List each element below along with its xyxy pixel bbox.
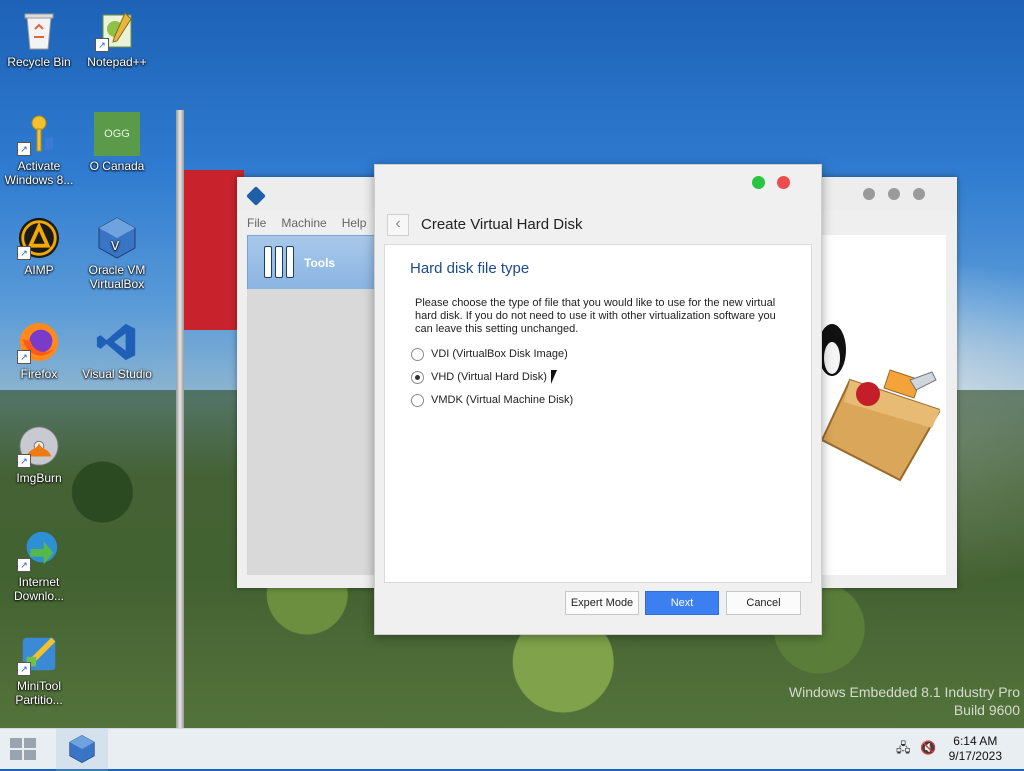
radio-button[interactable] [411,347,424,361]
desktop-icon-label: MiniTool Partitio... [15,679,63,707]
desktop-icon-label: Internet Downlo... [13,575,65,603]
radio-label: VMDK (Virtual Machine Disk) [431,394,574,406]
desktop-icon-firefox[interactable]: ↗ Firefox [0,320,78,381]
desktop-icon-label: Firefox [20,367,58,381]
dialog-title: Create Virtual Hard Disk [421,216,583,233]
desktop-icon-aimp[interactable]: ↗ AIMP [0,216,78,277]
desktop-icon-imgburn[interactable]: ↗ ImgBurn [0,424,78,485]
desktop-icon-notepad-plus-plus[interactable]: ↗ Notepad++ [78,8,156,69]
shortcut-arrow-icon: ↗ [17,662,31,676]
maximize-dot-icon[interactable] [752,176,765,189]
recycle-bin-icon [17,8,61,52]
desktop-icon-label: Oracle VM VirtualBox [88,263,146,291]
tux-toolbox-illustration-icon [820,324,940,482]
maximize-icon[interactable] [888,188,900,200]
radio-label: VHD (Virtual Hard Disk) [431,371,547,383]
vbox-menubar: File Machine Help [247,216,366,236]
desktop-icon-label: Recycle Bin [7,55,71,69]
taskbar-app-virtualbox[interactable] [56,729,108,771]
tools-icon [264,246,296,278]
start-button[interactable] [10,738,36,760]
virtualbox-icon: V [95,216,139,260]
desktop-icon-o-canada[interactable]: OGG O Canada [78,112,156,173]
radio-button-selected[interactable] [411,370,424,384]
cancel-button[interactable]: Cancel [726,591,801,615]
clock-time: 6:14 AM [953,734,998,748]
create-virtual-hard-disk-dialog: ‹ Create Virtual Hard Disk Hard disk fil… [374,164,822,635]
sidebar-item-tools[interactable]: Tools [247,235,377,291]
internet-download-manager-icon: ↗ [17,528,61,572]
desktop-icon-visual-studio[interactable]: Visual Studio [78,320,156,381]
menu-help[interactable]: Help [342,216,367,236]
virtualbox-logo-icon [246,186,266,206]
mouse-cursor-icon [551,370,557,384]
taskbar: 🖧 🔇 6:14 AM 9/17/2023 [0,728,1024,771]
desktop-icon-label: AIMP [24,263,54,277]
watermark-build: Build 9600 [953,702,1020,718]
shortcut-arrow-icon: ↗ [17,350,31,364]
description-text: Please choose the type of file that you … [415,297,776,335]
minitool-partition-icon: ↗ [17,632,61,676]
section-title: Hard disk file type [410,260,530,277]
shortcut-arrow-icon: ↗ [95,38,109,52]
clock-date: 9/17/2023 [948,749,1002,763]
network-icon[interactable]: 🖧 [896,741,912,755]
radio-option-vdi[interactable]: VDI (VirtualBox Disk Image) [411,345,568,363]
desktop-icon-activate-windows[interactable]: ↗ Activate Windows 8... [0,112,78,187]
aimp-icon: ↗ [17,216,61,260]
windows-logo-icon [10,738,22,748]
close-dot-icon[interactable] [777,176,790,189]
chevron-left-icon: ‹ [395,215,401,232]
expert-mode-button[interactable]: Expert Mode [565,591,639,615]
svg-text:V: V [111,239,120,253]
imgburn-icon: ↗ [17,424,61,468]
ogg-file-icon: OGG [94,112,140,156]
taskbar-clock[interactable]: 6:14 AM 9/17/2023 [949,734,1002,764]
desktop-icon-minitool-partition[interactable]: ↗ MiniTool Partitio... [0,632,78,707]
windows-edition-watermark: Windows Embedded 8.1 Industry Pro Build … [789,683,1020,719]
ogg-badge-text: OGG [104,128,130,140]
shortcut-arrow-icon: ↗ [17,246,31,260]
desktop-icon-label: Notepad++ [87,55,147,69]
wallpaper-flag [184,170,244,330]
close-icon[interactable] [913,188,925,200]
radio-option-vhd[interactable]: VHD (Virtual Hard Disk) [411,368,547,386]
desktop-icon-internet-download-manager[interactable]: ↗ Internet Downlo... [0,528,78,603]
sidebar-item-label: Tools [304,256,336,270]
menu-file[interactable]: File [247,216,266,236]
shortcut-arrow-icon: ↗ [17,454,31,468]
notepad-plus-plus-icon: ↗ [95,8,139,52]
desktop-icon-virtualbox[interactable]: V Oracle VM VirtualBox [78,216,156,291]
key-icon: ↗ [17,112,61,156]
visual-studio-icon [95,320,139,364]
desktop-icon-label: ImgBurn [16,471,62,485]
shortcut-arrow-icon: ↗ [17,558,31,572]
watermark-edition: Windows Embedded 8.1 Industry Pro [788,684,1020,700]
next-button[interactable]: Next [645,591,719,615]
volume-muted-icon[interactable]: 🔇 [920,741,936,755]
shortcut-arrow-icon: ↗ [17,142,31,156]
radio-button[interactable] [411,393,424,407]
desktop-icon-label: Activate Windows 8... [4,159,74,187]
menu-machine[interactable]: Machine [281,216,326,236]
wizard-page: Hard disk file type Please choose the ty… [384,244,812,583]
wallpaper-flagpole [176,110,184,730]
system-tray: 🖧 🔇 [896,741,936,755]
back-button[interactable]: ‹ [387,214,409,236]
minimize-icon[interactable] [863,188,875,200]
desktop-icon-recycle-bin[interactable]: Recycle Bin [0,8,78,69]
firefox-icon: ↗ [17,320,61,364]
virtualbox-icon [69,734,95,764]
desktop-icon-label: Visual Studio [82,367,152,381]
desktop-icon-label: O Canada [89,159,145,173]
vm-list-panel [247,289,375,575]
radio-option-vmdk[interactable]: VMDK (Virtual Machine Disk) [411,391,573,409]
radio-label: VDI (VirtualBox Disk Image) [431,348,568,360]
